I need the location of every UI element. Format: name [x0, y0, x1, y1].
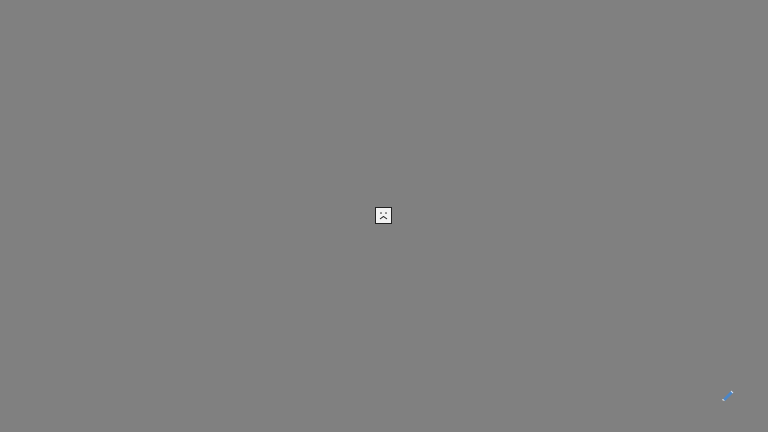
edit-icon[interactable]: [721, 389, 735, 401]
blank-screen: [0, 0, 768, 432]
sad-face-icon: [375, 207, 392, 224]
